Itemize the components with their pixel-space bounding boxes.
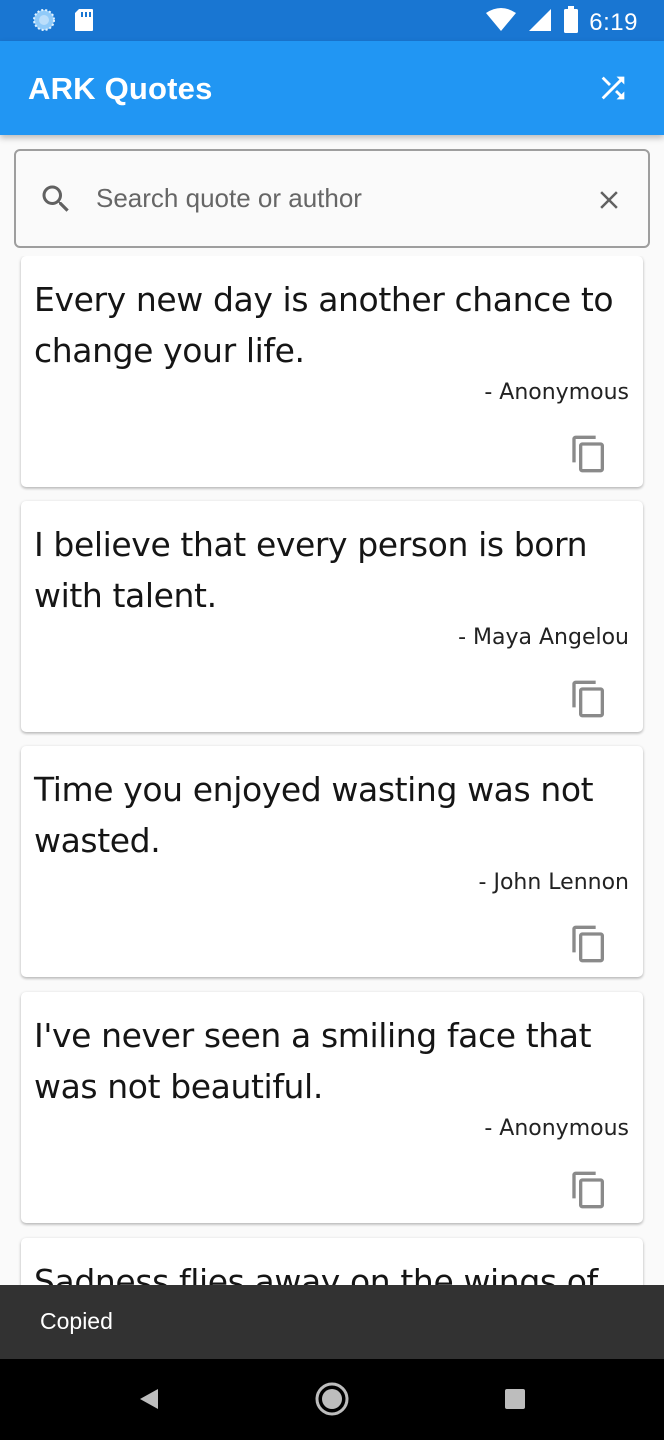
wifi-icon (485, 7, 517, 38)
copy-icon (572, 680, 604, 718)
copy-button[interactable] (569, 1170, 609, 1210)
copy-button[interactable] (569, 679, 609, 719)
copy-icon (572, 435, 604, 473)
battery-icon (563, 6, 579, 39)
snackbar: Copied (0, 1285, 664, 1359)
shuffle-button[interactable] (596, 71, 630, 105)
status-bar: 6:19 (0, 0, 664, 41)
back-icon[interactable] (136, 1385, 164, 1413)
quote-author: - John Lennon (478, 870, 629, 895)
quote-card: Every new day is another chance to chang… (21, 256, 643, 487)
quote-card: Sadness flies away on the wings of (21, 1238, 643, 1286)
quote-text: I believe that every person is born with… (34, 525, 588, 615)
recent-apps-icon[interactable] (503, 1387, 527, 1411)
app-notification-icon (32, 8, 56, 37)
shuffle-icon (601, 76, 625, 100)
search-box[interactable] (14, 149, 650, 248)
copy-icon (572, 925, 604, 963)
copy-button[interactable] (569, 924, 609, 964)
quote-card: I believe that every person is born with… (21, 501, 643, 732)
search-input[interactable] (96, 178, 576, 218)
home-icon[interactable] (314, 1381, 350, 1417)
cell-signal-icon (527, 7, 553, 38)
app-title: ARK Quotes (28, 71, 213, 106)
search-icon (42, 185, 69, 212)
navigation-bar (0, 1359, 664, 1440)
quote-text: I've never seen a smiling face that was … (34, 1016, 592, 1106)
screen: 6:19 ARK Quotes Every new day is another… (0, 0, 664, 1440)
close-icon[interactable] (594, 185, 624, 215)
quote-text: Time you enjoyed wasting was not wasted. (34, 770, 594, 860)
quote-author: - Anonymous (484, 1116, 629, 1141)
quote-list[interactable]: Every new day is another chance to chang… (0, 256, 664, 1286)
quote-text: Sadness flies away on the wings of (34, 1262, 598, 1286)
sd-card-icon (74, 8, 94, 37)
snackbar-message: Copied (40, 1308, 113, 1334)
copy-icon (572, 1171, 604, 1209)
quote-text: Every new day is another chance to chang… (34, 280, 614, 370)
copy-button[interactable] (569, 434, 609, 474)
app-bar: ARK Quotes (0, 41, 664, 135)
quote-author: - Maya Angelou (458, 625, 629, 650)
quote-author: - Anonymous (484, 380, 629, 405)
quote-card: Time you enjoyed wasting was not wasted.… (21, 746, 643, 977)
quote-card: I've never seen a smiling face that was … (21, 992, 643, 1223)
status-time: 6:19 (589, 8, 638, 36)
